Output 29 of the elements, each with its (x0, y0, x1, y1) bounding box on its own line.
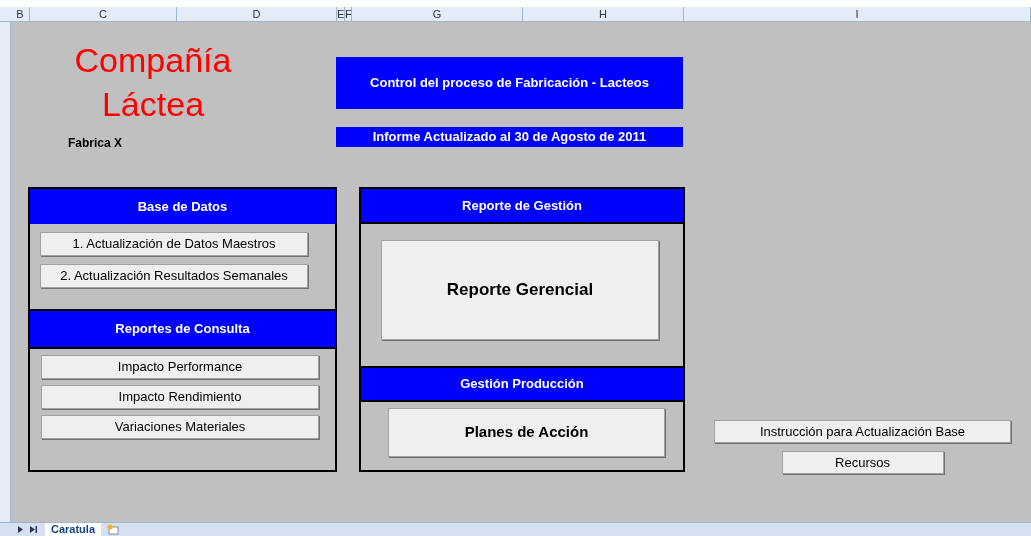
company-title: Láctea (101, 84, 205, 125)
macro-button[interactable]: Planes de Acción (388, 408, 665, 457)
company-title: Compañía (74, 40, 232, 81)
plant-label: Fabrica X (68, 135, 123, 152)
column-header[interactable]: B (11, 7, 30, 21)
macro-button[interactable]: Reporte Gerencial (381, 240, 659, 340)
macro-button[interactable]: Recursos (781, 451, 944, 474)
last-sheet-icon[interactable] (30, 526, 37, 533)
macro-button[interactable]: Impacto Performance (41, 355, 319, 379)
column-header[interactable]: I (684, 7, 1031, 21)
column-header[interactable]: E (337, 7, 345, 21)
macro-button[interactable]: 1. Actualización de Datos Maestros (40, 232, 308, 256)
column-header[interactable]: C (30, 7, 177, 21)
column-header[interactable]: F (345, 7, 352, 21)
sheet-tab[interactable]: Caratula (45, 523, 102, 536)
column-header[interactable]: D (177, 7, 337, 21)
section-header: Reporte de Gestión (361, 189, 683, 224)
next-sheet-icon[interactable] (18, 526, 24, 533)
macro-button[interactable]: Impacto Rendimiento (41, 385, 319, 409)
macro-button[interactable]: 2. Actualización Resultados Semanales (40, 264, 308, 288)
column-header[interactable]: H (523, 7, 684, 21)
section-header: Gestión Producción (361, 366, 683, 402)
section-header: Informe Actualizado al 30 de Agosto de 2011 (336, 127, 683, 147)
section-header: Base de Datos (30, 189, 335, 224)
column-header[interactable]: G (352, 7, 523, 21)
section-header: Reportes de Consulta (30, 311, 335, 347)
macro-button[interactable]: Variaciones Materiales (41, 415, 319, 439)
macro-button[interactable]: Instrucción para Actualización Base (714, 420, 1011, 443)
section-header: Control del proceso de Fabricación - Lacteos (336, 57, 683, 109)
